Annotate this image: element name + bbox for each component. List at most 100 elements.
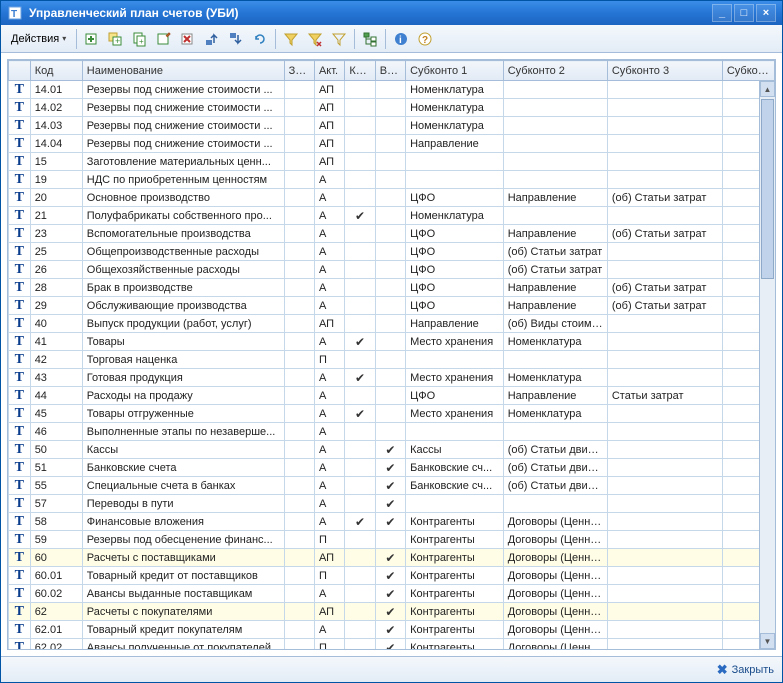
table-row[interactable]: T55Специальные счета в банкахА✔Банковски… [9, 477, 775, 495]
table-row[interactable]: T45Товары отгруженныеА✔Место храненияНом… [9, 405, 775, 423]
cell-code: 20 [30, 189, 82, 207]
scroll-up-icon[interactable]: ▲ [760, 81, 775, 97]
cell-sub3 [607, 333, 722, 351]
table-row[interactable]: T41ТоварыА✔Место храненияНоменклатура [9, 333, 775, 351]
table-row[interactable]: T60Расчеты с поставщикамиАП✔КонтрагентыД… [9, 549, 775, 567]
table-row[interactable]: T57Переводы в путиА✔ [9, 495, 775, 513]
cell-code: 25 [30, 243, 82, 261]
cell-val: ✔ [375, 567, 405, 585]
select-off-icon[interactable] [328, 28, 350, 50]
scroll-down-icon[interactable]: ▼ [760, 633, 775, 649]
vertical-scrollbar[interactable]: ▲ ▼ [759, 81, 775, 649]
table-row[interactable]: T15Заготовление материальных ценн...АП [9, 153, 775, 171]
col-val[interactable]: Вал. [375, 61, 405, 81]
cell-name: Обслуживающие производства [82, 297, 284, 315]
table-row[interactable]: T51Банковские счетаА✔Банковские сч...(об… [9, 459, 775, 477]
cell-akt: А [314, 207, 344, 225]
add-copy-icon[interactable]: + [129, 28, 151, 50]
maximize-button[interactable]: □ [734, 4, 754, 22]
table-row[interactable]: T60.02Авансы выданные поставщикамА✔Контр… [9, 585, 775, 603]
cell-akt: АП [314, 99, 344, 117]
table-row[interactable]: T29Обслуживающие производстваАЦФОНаправл… [9, 297, 775, 315]
cell-kol [345, 189, 375, 207]
table-row[interactable]: T14.03Резервы под снижение стоимости ...… [9, 117, 775, 135]
refresh-icon[interactable] [249, 28, 271, 50]
cell-sub1: Номенклатура [406, 207, 504, 225]
col-sub1[interactable]: Субконто 1 [406, 61, 504, 81]
cell-sub3 [607, 117, 722, 135]
table-row[interactable]: T25Общепроизводственные расходыАЦФО(об) … [9, 243, 775, 261]
hier-down-icon[interactable] [225, 28, 247, 50]
table-row[interactable]: T50КассыА✔Кассы(об) Статьи движен... [9, 441, 775, 459]
table-row[interactable]: T20Основное производствоАЦФОНаправление(… [9, 189, 775, 207]
col-icon[interactable] [9, 61, 31, 81]
close-window-button[interactable]: × [756, 4, 776, 22]
cell-sub2: Договоры (Ценные ... [503, 531, 607, 549]
minimize-button[interactable]: _ [712, 4, 732, 22]
cell-name: Банковские счета [82, 459, 284, 477]
cell-sub3 [607, 171, 722, 189]
table-row[interactable]: T58Финансовые вложенияА✔✔КонтрагентыДого… [9, 513, 775, 531]
cell-val: ✔ [375, 603, 405, 621]
cell-sub2: Номенклатура [503, 405, 607, 423]
filter-icon[interactable] [280, 28, 302, 50]
tree-icon[interactable] [359, 28, 381, 50]
cell-akt: А [314, 225, 344, 243]
table-row[interactable]: T60.01Товарный кредит от поставщиковП✔Ко… [9, 567, 775, 585]
svg-text:i: i [399, 35, 402, 46]
col-code[interactable]: Код [30, 61, 82, 81]
col-akt[interactable]: Акт. [314, 61, 344, 81]
table-row[interactable]: T21Полуфабрикаты собственного про...А✔Но… [9, 207, 775, 225]
table-row[interactable]: T43Готовая продукцияА✔Место храненияНоме… [9, 369, 775, 387]
col-name[interactable]: Наименование [82, 61, 284, 81]
row-type-icon: T [9, 117, 31, 135]
table-row[interactable]: T44Расходы на продажуАЦФОНаправлениеСтат… [9, 387, 775, 405]
col-sub3[interactable]: Субконто 3 [607, 61, 722, 81]
info-icon[interactable]: i [390, 28, 412, 50]
help-icon[interactable]: ? [414, 28, 436, 50]
sep [76, 29, 77, 49]
cell-sub1: Номенклатура [406, 117, 504, 135]
table-row[interactable]: T62.02Авансы полученные от покупателейП✔… [9, 639, 775, 650]
table-row[interactable]: T42Торговая наценкаП [9, 351, 775, 369]
cell-name: НДС по приобретенным ценностям [82, 171, 284, 189]
cell-sub1 [406, 351, 504, 369]
table-row[interactable]: T14.01Резервы под снижение стоимости ...… [9, 81, 775, 99]
cell-name: Выполненные этапы по незаверше... [82, 423, 284, 441]
cell-name: Кассы [82, 441, 284, 459]
cell-zab [284, 477, 314, 495]
table-row[interactable]: T23Вспомогательные производстваАЦФОНапра… [9, 225, 775, 243]
table-row[interactable]: T62.01Товарный кредит покупателямА✔Контр… [9, 621, 775, 639]
hier-up-icon[interactable] [201, 28, 223, 50]
scroll-thumb[interactable] [761, 99, 774, 279]
add-icon[interactable] [81, 28, 103, 50]
row-type-icon: T [9, 279, 31, 297]
table-row[interactable]: T14.04Резервы под снижение стоимости ...… [9, 135, 775, 153]
cell-sub2: Направление [503, 189, 607, 207]
actions-menu[interactable]: Действия [5, 31, 72, 47]
col-kol[interactable]: Кол. [345, 61, 375, 81]
table-row[interactable]: T19НДС по приобретенным ценностямА [9, 171, 775, 189]
edit-icon[interactable] [153, 28, 175, 50]
table-row[interactable]: T26Общехозяйственные расходыАЦФО(об) Ста… [9, 261, 775, 279]
col-sub2[interactable]: Субконто 2 [503, 61, 607, 81]
titlebar[interactable]: T Управленческий план счетов (УБИ) _ □ × [1, 1, 782, 25]
cell-kol [345, 531, 375, 549]
select-on-icon[interactable] [304, 28, 326, 50]
table-row[interactable]: T40Выпуск продукции (работ, услуг)АПНапр… [9, 315, 775, 333]
table-row[interactable]: T28Брак в производствеАЦФОНаправление(об… [9, 279, 775, 297]
table-row[interactable]: T62Расчеты с покупателямиАП✔КонтрагентыД… [9, 603, 775, 621]
table-row[interactable]: T14.02Резервы под снижение стоимости ...… [9, 99, 775, 117]
col-zab[interactable]: Заб. [284, 61, 314, 81]
cell-zab [284, 333, 314, 351]
row-type-icon: T [9, 585, 31, 603]
close-button[interactable]: ✖ Закрыть [717, 662, 774, 678]
table-row[interactable]: T46Выполненные этапы по незаверше...А [9, 423, 775, 441]
col-sub4[interactable]: Субкон... [722, 61, 774, 81]
delete-icon[interactable] [177, 28, 199, 50]
cell-val: ✔ [375, 441, 405, 459]
table-row[interactable]: T59Резервы под обесценение финанс...ПКон… [9, 531, 775, 549]
cell-code: 15 [30, 153, 82, 171]
accounts-table[interactable]: Код Наименование Заб. Акт. Кол. Вал. Суб… [8, 60, 775, 649]
add-group-icon[interactable]: + [105, 28, 127, 50]
